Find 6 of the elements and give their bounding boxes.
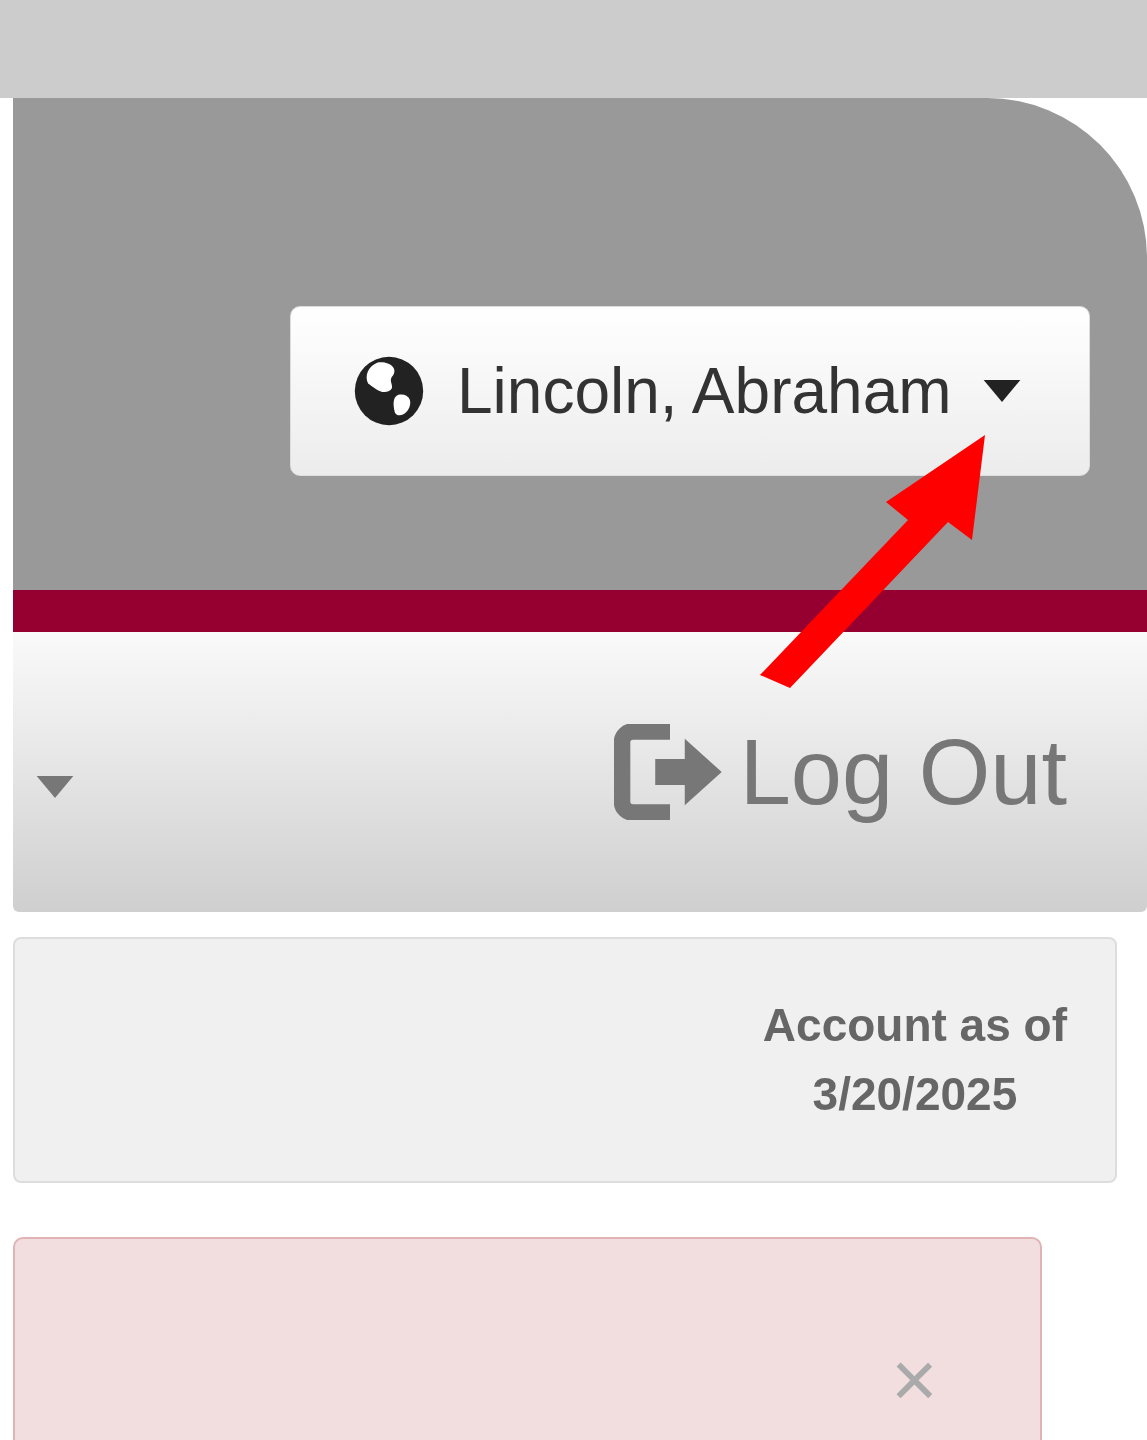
- user-menu-button[interactable]: Lincoln, Abraham: [290, 306, 1090, 476]
- logout-link[interactable]: Log Out: [613, 719, 1067, 825]
- caret-icon[interactable]: [35, 776, 75, 798]
- caret-icon: [981, 380, 1022, 402]
- close-button[interactable]: ×: [885, 1339, 944, 1421]
- account-date-text: Account as of 3/20/2025: [762, 998, 1067, 1122]
